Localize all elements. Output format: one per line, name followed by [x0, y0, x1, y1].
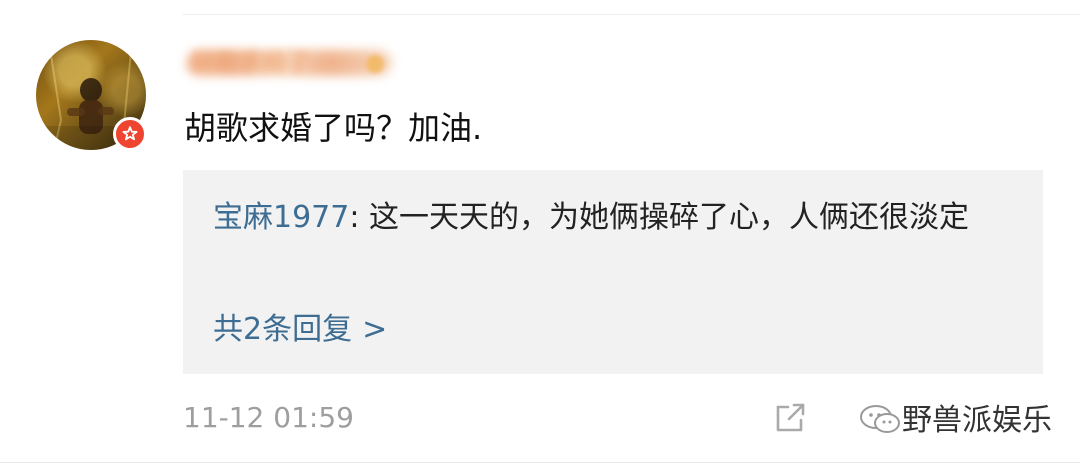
reply-content: 宝麻1977: 这一天天的，为她俩操碎了心，人俩还很淡定 — [213, 192, 1021, 244]
more-replies-link[interactable]: 共2条回复 > — [213, 305, 387, 355]
comment-text: 胡歌求婚了吗？加油. — [184, 109, 483, 147]
user-name[interactable]: 胡歌求婚了 — [186, 44, 396, 80]
reply-author-link[interactable]: 宝麻1977 — [213, 200, 349, 235]
share-icon — [776, 403, 805, 432]
share-button[interactable] — [770, 398, 810, 438]
bottom-divider — [0, 462, 1080, 463]
reply-separator: : — [349, 200, 360, 235]
chevron-right-icon: > — [362, 312, 388, 347]
reply-preview[interactable]: 宝麻1977: 这一天天的，为她俩操碎了心，人俩还很淡定 共2条回复 > — [183, 170, 1043, 374]
watermark: 野兽派娱乐 — [858, 398, 1058, 444]
user-name-label: 胡歌求婚了 — [190, 48, 310, 76]
top-divider — [183, 14, 1080, 15]
wechat-icon — [858, 400, 904, 440]
vip-badge-icon — [366, 55, 384, 73]
more-replies-label: 共2条回复 — [213, 312, 353, 347]
timestamp: 11-12 01:59 — [183, 401, 354, 434]
comment-card: 胡歌求婚了 胡歌求婚了吗？加油. 宝麻1977: 这一天天的，为她俩操碎了心，人… — [0, 0, 1080, 468]
watermark-text: 野兽派娱乐 — [902, 403, 1052, 438]
reply-text: 这一天天的，为她俩操碎了心，人俩还很淡定 — [359, 200, 970, 235]
star-badge-icon — [113, 117, 147, 151]
